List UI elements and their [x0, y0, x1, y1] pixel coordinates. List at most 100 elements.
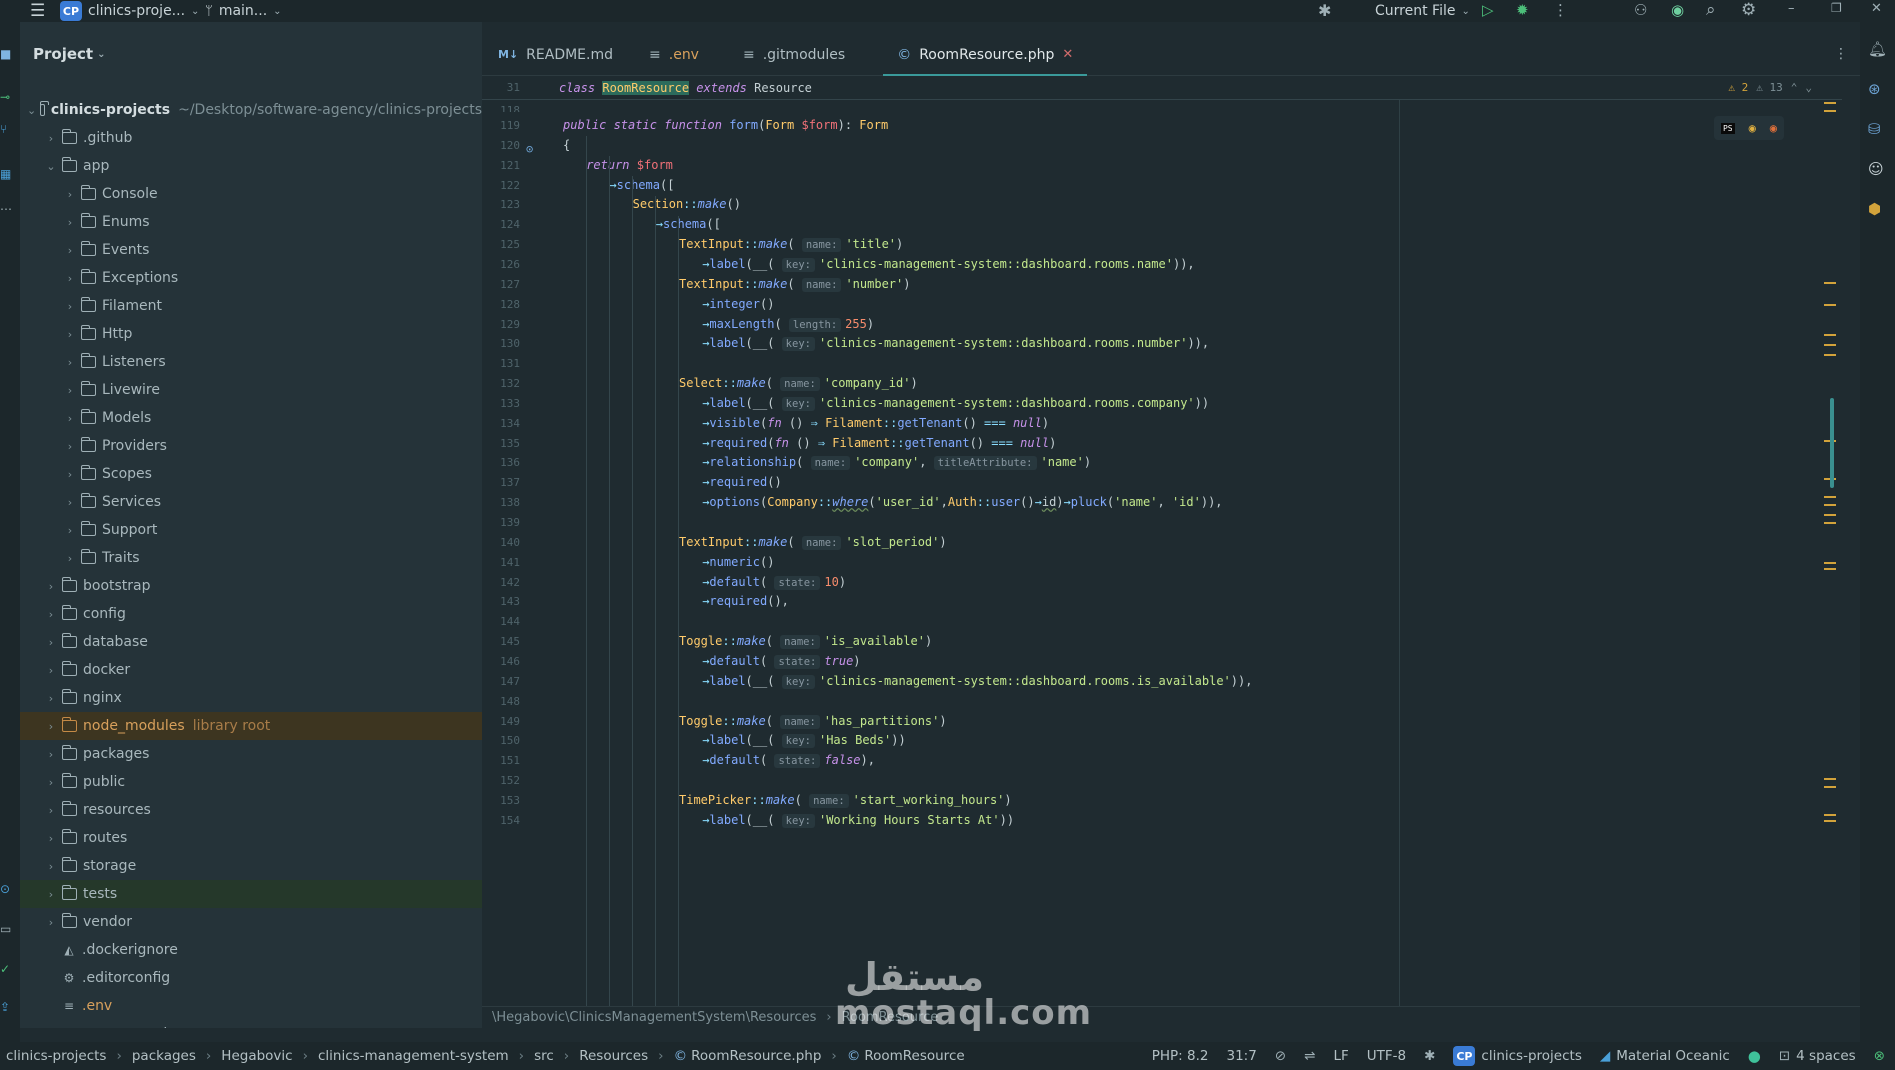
chevron-right-icon[interactable]: › — [63, 216, 77, 229]
chevron-right-icon[interactable]: › — [63, 300, 77, 313]
notifications-icon[interactable]: 🔔︎ — [1868, 40, 1887, 58]
chevron-right-icon[interactable]: › — [63, 552, 77, 565]
stripe-mark[interactable] — [1824, 102, 1836, 104]
chevron-right-icon[interactable]: › — [44, 776, 58, 789]
add-user-icon[interactable]: ⚇ — [1634, 1, 1647, 19]
chevron-right-icon[interactable]: › — [63, 440, 77, 453]
breadcrumb-item[interactable]: clinics-management-system — [318, 1048, 509, 1064]
stripe-mark[interactable] — [1824, 568, 1836, 570]
tree-item[interactable]: ≡ .env.example — [20, 1020, 482, 1028]
ai-assistant-icon[interactable]: ◉ — [1671, 1, 1684, 19]
tree-item[interactable]: › Enums — [20, 208, 482, 236]
chevron-right-icon[interactable]: › — [44, 132, 58, 145]
tree-item[interactable]: › Console — [20, 180, 482, 208]
plugin-icon[interactable]: ⬢ — [1868, 200, 1881, 218]
indent-widget[interactable]: ⊡ 4 spaces — [1779, 1048, 1856, 1064]
stripe-mark[interactable] — [1824, 820, 1836, 822]
firefox-icon[interactable]: ◉ — [1770, 121, 1777, 135]
stripe-mark[interactable] — [1824, 110, 1836, 112]
memory-indicator-icon[interactable]: ⊗ — [1874, 1048, 1885, 1064]
chevron-right-icon[interactable]: › — [63, 328, 77, 341]
version-control-icon[interactable]: ⇪ — [0, 1000, 14, 1014]
tree-item[interactable]: ≡ .env — [20, 992, 482, 1020]
breadcrumb-item[interactable]: Hegabovic — [221, 1048, 292, 1064]
tree-item[interactable]: › Exceptions — [20, 264, 482, 292]
stripe-mark[interactable] — [1824, 562, 1836, 564]
tab-readme[interactable]: M↓ README.md — [484, 34, 627, 76]
chevron-right-icon[interactable]: › — [44, 608, 58, 621]
chevron-right-icon[interactable]: › — [63, 384, 77, 397]
tree-item[interactable]: › .github — [20, 124, 482, 152]
run-icon[interactable]: ▷ — [1482, 1, 1494, 19]
stripe-mark[interactable] — [1824, 304, 1836, 306]
run-config-selector[interactable]: Current File ⌄ — [1375, 0, 1470, 22]
stripe-mark[interactable] — [1824, 514, 1836, 516]
chevron-right-icon[interactable]: › — [44, 916, 58, 929]
tree-item[interactable]: › tests — [20, 880, 482, 908]
override-method-icon[interactable]: ⊙ — [526, 142, 533, 156]
stripe-mark[interactable] — [1824, 354, 1836, 356]
breadcrumb-item[interactable]: src — [534, 1048, 554, 1064]
tree-item[interactable]: › docker — [20, 656, 482, 684]
chevron-right-icon[interactable]: › — [63, 524, 77, 537]
cursor-position[interactable]: 31:7 — [1226, 1048, 1256, 1064]
tab-env[interactable]: ≡ .env — [635, 34, 713, 76]
tree-item[interactable]: › packages — [20, 740, 482, 768]
debug-icon[interactable]: ✹ — [1516, 1, 1529, 19]
chevron-right-icon[interactable]: › — [44, 832, 58, 845]
terminal-icon[interactable]: ▭ — [0, 922, 14, 936]
tree-item[interactable]: › config — [20, 600, 482, 628]
tree-root[interactable]: ⌄ clinics-projects ~/Desktop/software-ag… — [20, 96, 482, 124]
breadcrumb-item[interactable]: clinics-projects — [6, 1048, 106, 1064]
ai-status-icon[interactable]: ● — [1748, 1047, 1761, 1065]
tree-item[interactable]: › Scopes — [20, 460, 482, 488]
settings-gear-icon[interactable]: ⚙ — [1741, 0, 1756, 20]
problems-icon[interactable]: ✓ — [0, 962, 14, 976]
main-menu-icon[interactable]: ☰ — [30, 1, 45, 21]
chevron-right-icon[interactable]: › — [44, 888, 58, 901]
tree-item[interactable]: › Events — [20, 236, 482, 264]
editor-scrollbar[interactable] — [1830, 398, 1834, 488]
ai-chat-icon[interactable]: ⊛ — [1868, 80, 1881, 98]
tree-item[interactable]: › Providers — [20, 432, 482, 460]
project-switcher[interactable]: CP clinics-proje... ⌄ — [60, 0, 199, 22]
phpstorm-icon[interactable]: PS — [1720, 122, 1735, 134]
stripe-mark[interactable] — [1824, 496, 1836, 498]
stripe-mark[interactable] — [1824, 522, 1836, 524]
services-icon[interactable]: ⊙ — [0, 882, 14, 896]
breadcrumb-item[interactable]: RoomResource — [864, 1048, 964, 1064]
project-panel-header[interactable]: Project ⌄ — [20, 22, 482, 86]
stripe-mark[interactable] — [1824, 778, 1836, 780]
sticky-scroll-header[interactable]: 31 class RoomResource extends Resource ⚠… — [482, 76, 1842, 100]
copilot-icon[interactable]: ☺ — [1868, 160, 1884, 178]
chevron-right-icon[interactable]: › — [63, 496, 77, 509]
chevron-right-icon[interactable]: › — [63, 468, 77, 481]
theme-widget[interactable]: ◢ Material Oceanic — [1600, 1048, 1730, 1064]
project-widget[interactable]: CP clinics-projects — [1453, 1046, 1582, 1066]
chevron-right-icon[interactable]: › — [63, 356, 77, 369]
close-window-icon[interactable]: ✕ — [1871, 1, 1882, 16]
tree-item[interactable]: › database — [20, 628, 482, 656]
search-icon[interactable]: ⌕ — [1706, 0, 1716, 20]
stripe-mark[interactable] — [1824, 334, 1836, 336]
tree-item[interactable]: ◭ .dockerignore — [20, 936, 482, 964]
next-highlight-icon[interactable]: ⌄ — [1805, 81, 1812, 94]
chevron-right-icon[interactable]: › — [44, 664, 58, 677]
project-tool-icon[interactable]: ■ — [0, 47, 14, 61]
tab-roomresource[interactable]: © RoomResource.php ✕ — [883, 34, 1088, 77]
chrome-icon[interactable]: ◉ — [1749, 121, 1756, 135]
breadcrumb-item[interactable]: RoomResource.php — [691, 1048, 821, 1064]
git-icon[interactable]: ⇌ — [1304, 1048, 1315, 1064]
chevron-right-icon[interactable]: › — [44, 692, 58, 705]
restore-icon[interactable]: ❐ — [1831, 1, 1842, 15]
breadcrumb-item[interactable]: Resources — [579, 1048, 648, 1064]
tree-item[interactable]: › Traits — [20, 544, 482, 572]
tab-options-icon[interactable]: ⋮ — [1834, 46, 1848, 62]
close-tab-icon[interactable]: ✕ — [1062, 47, 1073, 62]
tree-item[interactable]: ⌄ app — [20, 152, 482, 180]
tree-item[interactable]: › public — [20, 768, 482, 796]
php-version[interactable]: PHP: 8.2 — [1152, 1048, 1209, 1064]
inspector-icon[interactable]: ✱ — [1424, 1048, 1435, 1064]
file-encoding[interactable]: UTF-8 — [1367, 1048, 1406, 1064]
tree-item[interactable]: › Support — [20, 516, 482, 544]
